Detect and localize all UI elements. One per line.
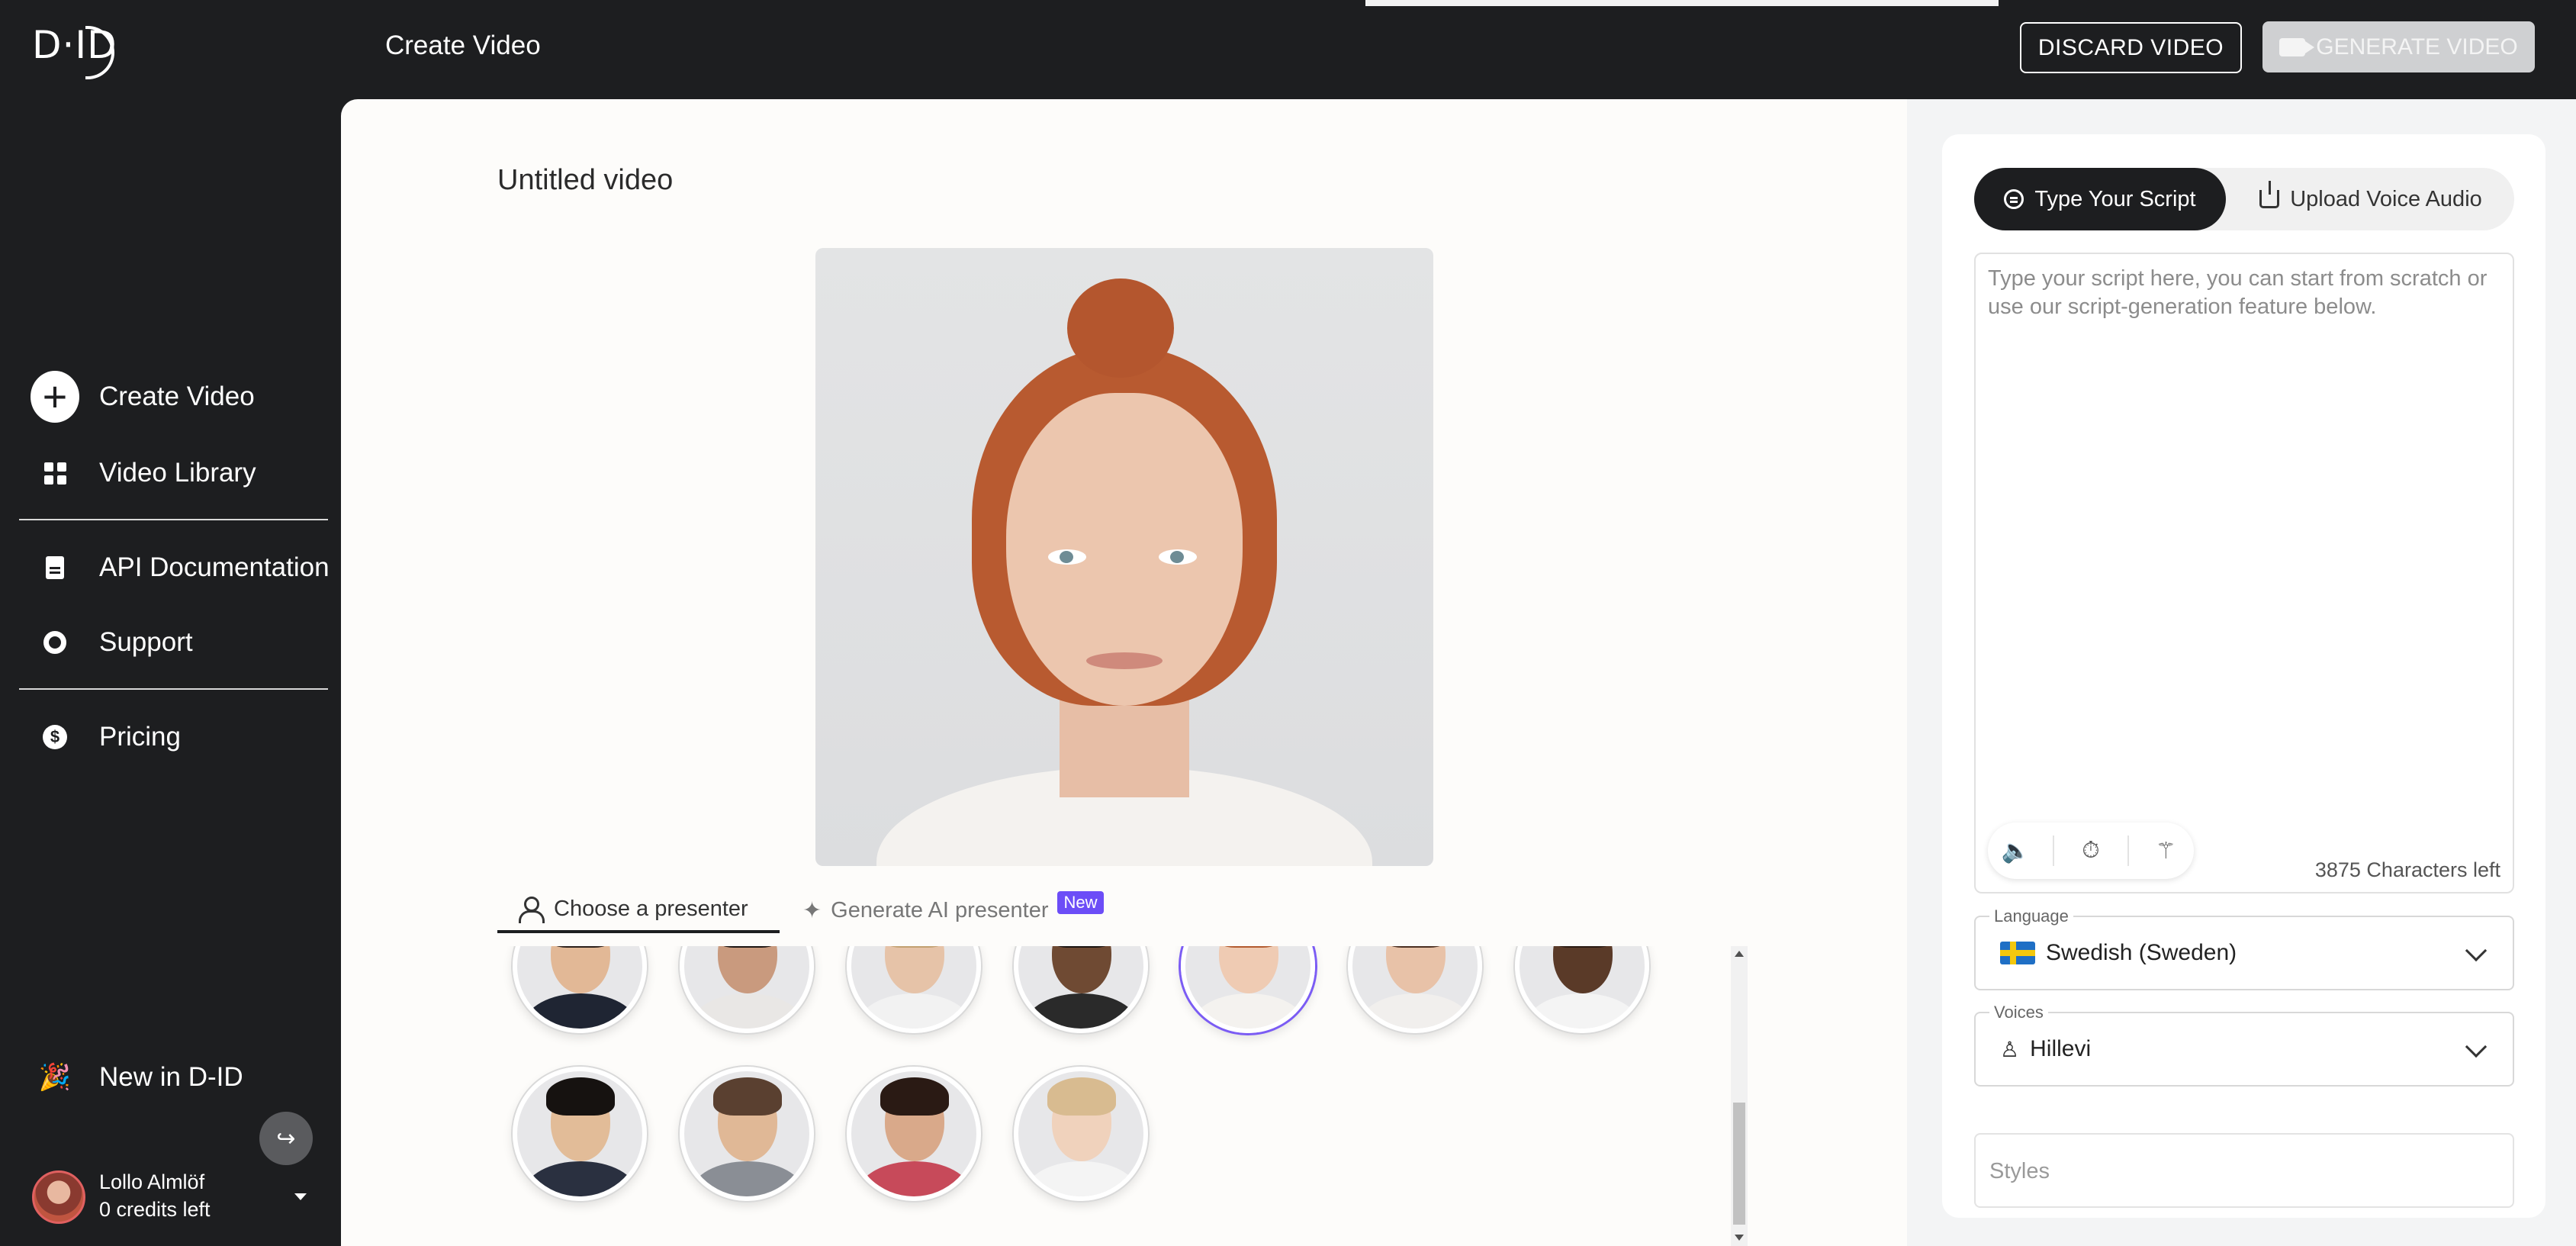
plus-circle-icon: +: [31, 371, 79, 423]
upload-icon: [2259, 181, 2280, 208]
speaker-icon[interactable]: 🔈: [1997, 838, 2035, 864]
styles-input[interactable]: [1989, 1154, 2493, 1188]
scrollbar-thumb[interactable]: [1733, 1103, 1745, 1225]
sidebar-item-new-in-d-id[interactable]: 🎉 New in D-ID: [31, 1053, 243, 1102]
generate-video-button[interactable]: GENERATE VIDEO: [2262, 21, 2535, 72]
language-select[interactable]: Language Swedish (Sweden): [1974, 906, 2514, 990]
dollar-icon: $: [31, 713, 79, 761]
grid-icon: [31, 449, 79, 497]
script-box: 🔈 ⏱ ⚚ 3875 Characters left: [1974, 253, 2514, 893]
scroll-up-icon[interactable]: [1735, 951, 1744, 957]
tab-label: Generate AI presenter: [831, 897, 1049, 922]
sidebar: + Create Video Video Library API Documen…: [0, 99, 341, 1246]
voices-select[interactable]: Voices ♙ Hillevi: [1974, 1003, 2514, 1087]
script-card: Type Your Script Upload Voice Audio 🔈 ⏱ …: [1942, 134, 2545, 1218]
voice-value: Hillevi: [2030, 1036, 2092, 1061]
presenter-1-avatar[interactable]: [513, 946, 647, 1033]
person-icon: [519, 897, 545, 923]
sidebar-item-label: Pricing: [99, 722, 181, 752]
toggle-label: Type Your Script: [2034, 186, 2196, 211]
presenter-scrollbar[interactable]: [1731, 946, 1748, 1246]
presenter-4-avatar[interactable]: [1014, 946, 1148, 1033]
lifebuoy-icon: [31, 618, 79, 667]
top-bar: D·ID Create Video DISCARD VIDEO GENERATE…: [0, 0, 2576, 99]
generate-video-label: GENERATE VIDEO: [2316, 34, 2518, 60]
script-mode-toggle: Type Your Script Upload Voice Audio: [1974, 168, 2514, 230]
video-title[interactable]: Untitled video: [497, 164, 673, 197]
voices-label: Voices: [1989, 1003, 2048, 1022]
presenter-7-avatar[interactable]: [1515, 946, 1649, 1033]
language-value: Swedish (Sweden): [2046, 940, 2237, 965]
user-avatar[interactable]: [32, 1170, 85, 1224]
presenter-10-avatar[interactable]: [847, 1067, 981, 1201]
script-textarea[interactable]: [1988, 265, 2503, 753]
chevron-down-icon: [2465, 939, 2488, 962]
tab-label: Choose a presenter: [554, 896, 748, 921]
tool-separator: [2127, 835, 2130, 866]
sidebar-item-label: Support: [99, 627, 193, 657]
presenter-preview-image: [815, 248, 1433, 866]
timer-icon[interactable]: ⏱: [2072, 838, 2110, 864]
sidebar-item-label: Create Video: [99, 382, 255, 411]
styles-field: [1974, 1133, 2514, 1208]
voice-person-icon: ♙: [2000, 1037, 2020, 1061]
presenter-5-avatar[interactable]: [1181, 946, 1315, 1033]
tool-separator: [2052, 835, 2054, 866]
main-panel: Untitled video Choose a presenter ✦ Gene…: [341, 99, 1907, 1246]
sidebar-divider: [19, 688, 328, 690]
tab-choose-presenter[interactable]: Choose a presenter: [497, 887, 780, 933]
party-popper-icon: 🎉: [38, 1063, 72, 1092]
script-tools: 🔈 ⏱ ⚚: [1988, 823, 2194, 879]
scroll-down-icon[interactable]: [1735, 1235, 1744, 1241]
presenter-6-avatar[interactable]: [1348, 946, 1482, 1033]
chat-icon: [2004, 189, 2024, 209]
presenter-2-avatar[interactable]: [680, 946, 814, 1033]
presenter-9-avatar[interactable]: [680, 1067, 814, 1201]
characters-left: 3875 Characters left: [2314, 858, 2500, 881]
user-credits: 0 credits left: [99, 1198, 211, 1221]
presenter-11-avatar[interactable]: [1014, 1067, 1148, 1201]
sidebar-item-label: Video Library: [99, 458, 256, 488]
presenter-8-avatar[interactable]: [513, 1067, 647, 1201]
sidebar-item-video-library[interactable]: Video Library: [31, 449, 256, 497]
discard-video-button[interactable]: DISCARD VIDEO: [2020, 22, 2242, 73]
sidebar-item-label: API Documentation: [99, 552, 328, 582]
sidebar-item-label: New in D-ID: [99, 1062, 243, 1092]
user-name: Lollo Almlöf: [99, 1170, 205, 1193]
upload-voice-audio-tab[interactable]: Upload Voice Audio: [2233, 168, 2508, 230]
video-camera-icon: [2279, 37, 2315, 56]
sweden-flag-icon: [2000, 942, 2035, 964]
sidebar-item-create-video[interactable]: + Create Video: [31, 371, 255, 423]
language-label: Language: [1989, 906, 2073, 926]
page-heading: Create Video: [385, 31, 541, 60]
sidebar-divider: [19, 519, 328, 520]
magic-wand-icon[interactable]: ⚚: [2147, 838, 2185, 864]
chevron-down-icon: [2465, 1035, 2488, 1058]
share-icon[interactable]: ↪: [259, 1112, 313, 1165]
sidebar-item-api-documentation[interactable]: API Documentation: [31, 543, 328, 592]
sidebar-item-pricing[interactable]: $ Pricing: [31, 713, 181, 761]
presenter-3-avatar[interactable]: [847, 946, 981, 1033]
toggle-label: Upload Voice Audio: [2290, 186, 2482, 211]
document-icon: [31, 543, 79, 592]
background-window-edge: [1365, 0, 1999, 6]
d-id-logo[interactable]: D·ID: [32, 23, 117, 84]
sparkle-icon: ✦: [802, 897, 822, 923]
script-panel: Type Your Script Upload Voice Audio 🔈 ⏱ …: [1907, 99, 2576, 1246]
sidebar-item-support[interactable]: Support: [31, 618, 193, 667]
new-badge: New: [1057, 891, 1104, 914]
type-your-script-tab[interactable]: Type Your Script: [1974, 168, 2226, 230]
tab-generate-ai-presenter[interactable]: ✦ Generate AI presenter New: [802, 887, 1104, 933]
presenter-grid: [497, 946, 1737, 1246]
user-menu-caret-icon[interactable]: [294, 1193, 307, 1200]
